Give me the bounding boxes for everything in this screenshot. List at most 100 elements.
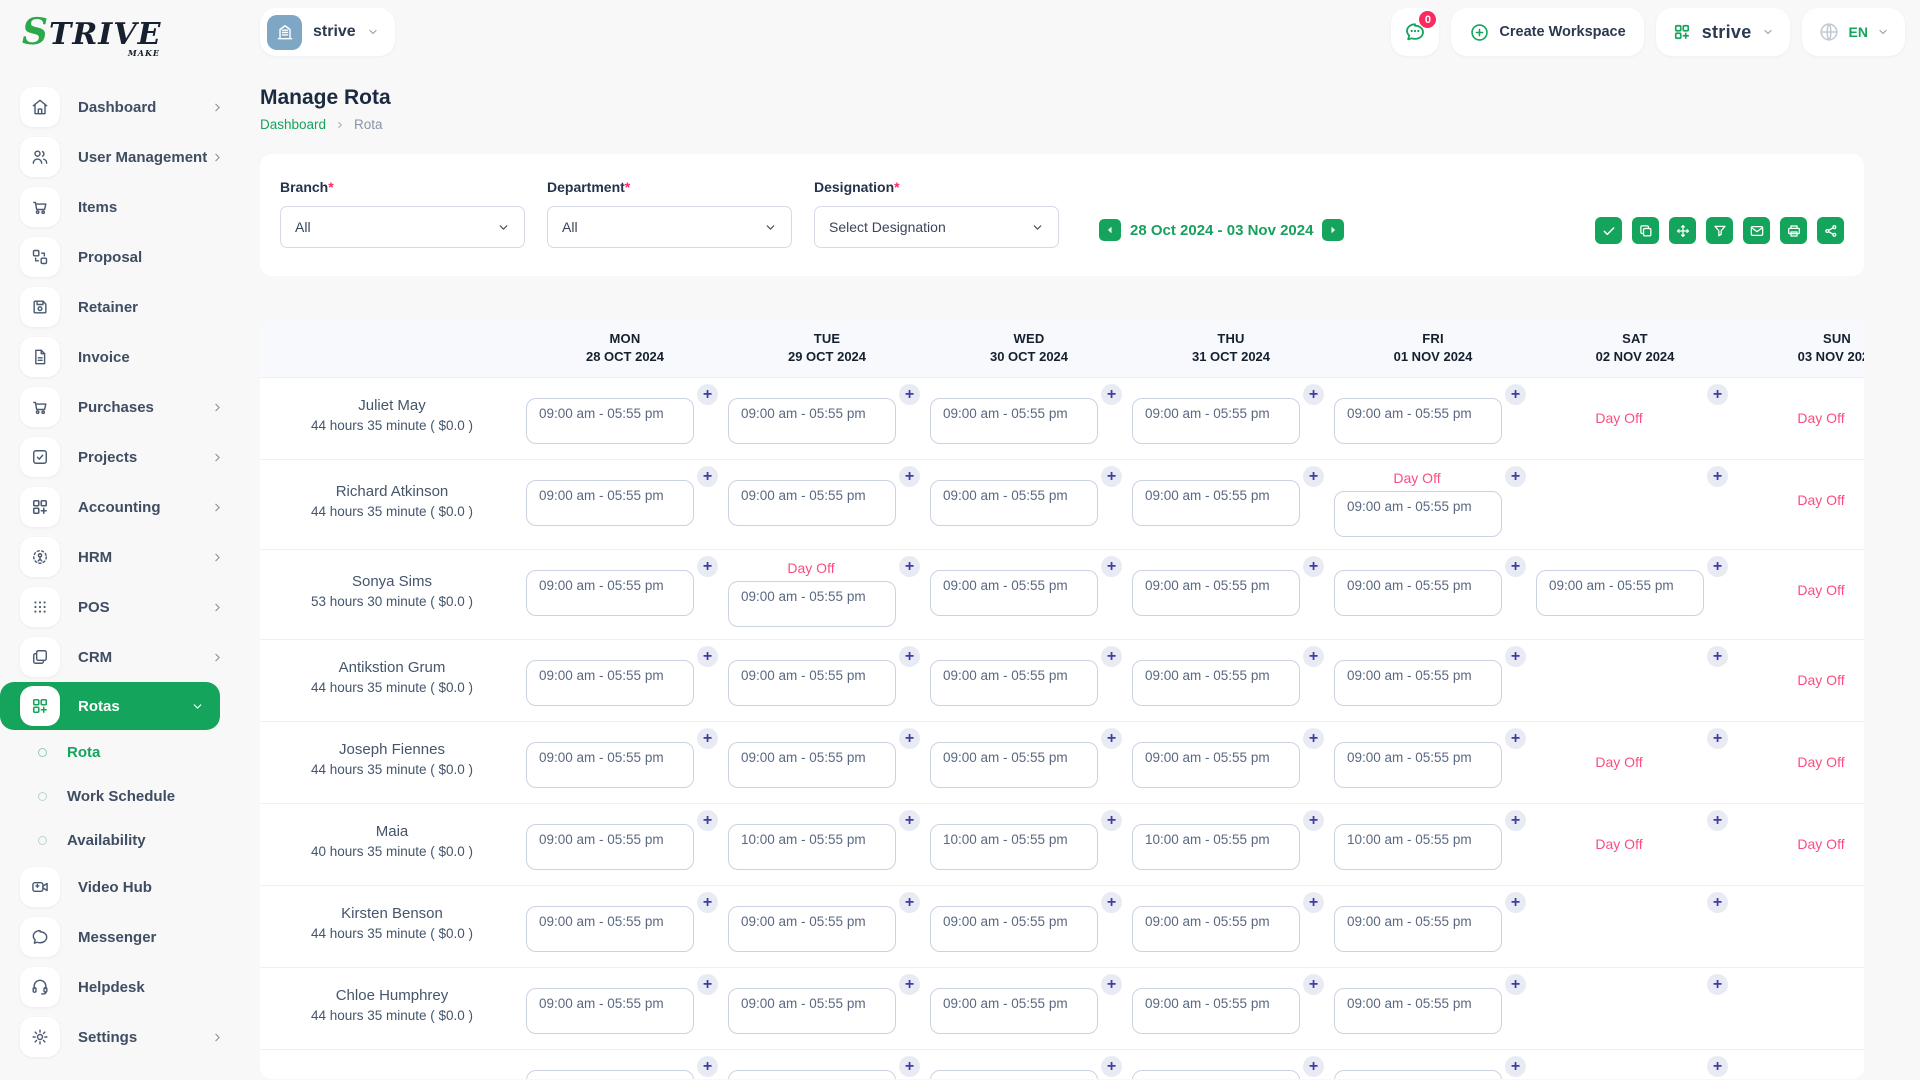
department-select[interactable]: All	[547, 206, 792, 248]
add-shift-button[interactable]: +	[1303, 556, 1324, 577]
sidebar-item-hrm[interactable]: HRM	[0, 532, 250, 582]
sidebar-item-messenger[interactable]: Messenger	[0, 912, 250, 962]
add-shift-button[interactable]: +	[899, 728, 920, 749]
shift-chip[interactable]: 09:00 am - 05:55 pm	[1334, 660, 1502, 706]
add-shift-button[interactable]: +	[1101, 810, 1122, 831]
mail-rota-button[interactable]	[1743, 217, 1770, 244]
add-shift-button[interactable]: +	[697, 974, 718, 995]
sidebar-item-retainer[interactable]: Retainer	[0, 282, 250, 332]
add-shift-button[interactable]: +	[697, 384, 718, 405]
add-shift-button[interactable]: +	[1505, 384, 1526, 405]
add-shift-button[interactable]: +	[1707, 646, 1728, 667]
shift-chip[interactable]: 09:00 am - 05:55 pm	[1334, 398, 1502, 444]
shift-chip[interactable]: 09:00 am - 05:55 pm	[930, 480, 1098, 526]
shift-chip[interactable]: 09:00 am - 05:55 pm	[930, 988, 1098, 1034]
shift-chip[interactable]: 09:00 am - 05:55 pm	[930, 660, 1098, 706]
shift-chip[interactable]: 09:00 am - 05:55 pm	[526, 906, 694, 952]
add-shift-button[interactable]: +	[1101, 466, 1122, 487]
sidebar-item-crm[interactable]: CRM	[0, 632, 250, 682]
add-shift-button[interactable]: +	[1505, 646, 1526, 667]
add-shift-button[interactable]: +	[1101, 974, 1122, 995]
sidebar-item-pos[interactable]: POS	[0, 582, 250, 632]
language-selector[interactable]: EN	[1802, 8, 1905, 56]
sidebar-subitem-rota[interactable]: Rota	[0, 730, 250, 774]
shift-chip[interactable]: 09:00 am - 05:55 pm	[1334, 491, 1502, 537]
shift-chip[interactable]: 09:00 am - 05:55 pm	[1334, 988, 1502, 1034]
sidebar-item-proposal[interactable]: Proposal	[0, 232, 250, 282]
shift-chip[interactable]: 09:00 am - 05:55 pm	[526, 480, 694, 526]
shift-chip[interactable]: 09:00 am - 05:55 pm	[728, 581, 896, 627]
shift-chip[interactable]: 09:00 am - 05:55 pm	[1334, 570, 1502, 616]
add-shift-button[interactable]: +	[1707, 810, 1728, 831]
shift-chip[interactable]	[930, 1070, 1098, 1079]
sidebar-subitem-work-schedule[interactable]: Work Schedule	[0, 774, 250, 818]
add-shift-button[interactable]: +	[1303, 646, 1324, 667]
account-menu[interactable]: strive	[1656, 8, 1790, 56]
sidebar-item-invoice[interactable]: Invoice	[0, 332, 250, 382]
shift-chip[interactable]: 09:00 am - 05:55 pm	[1132, 660, 1300, 706]
sidebar-item-purchases[interactable]: Purchases	[0, 382, 250, 432]
add-shift-button[interactable]: +	[899, 892, 920, 913]
sidebar-item-rotas[interactable]: Rotas	[0, 682, 220, 730]
add-shift-button[interactable]: +	[1505, 466, 1526, 487]
shift-chip[interactable]: 09:00 am - 05:55 pm	[526, 660, 694, 706]
filter-button[interactable]	[1706, 217, 1733, 244]
sidebar-subitem-availability[interactable]: Availability	[0, 818, 250, 862]
shift-chip[interactable]: 09:00 am - 05:55 pm	[728, 398, 896, 444]
add-shift-button[interactable]: +	[899, 646, 920, 667]
add-shift-button[interactable]: +	[1303, 466, 1324, 487]
sidebar-item-items[interactable]: Items	[0, 182, 250, 232]
shift-chip[interactable]: 09:00 am - 05:55 pm	[1132, 480, 1300, 526]
shift-chip[interactable]: 09:00 am - 05:55 pm	[1132, 398, 1300, 444]
shift-chip[interactable]: 09:00 am - 05:55 pm	[526, 570, 694, 616]
shift-chip[interactable]	[1132, 1070, 1300, 1079]
sidebar-item-helpdesk[interactable]: Helpdesk	[0, 962, 250, 1012]
add-shift-button[interactable]: +	[697, 1056, 718, 1077]
next-week-button[interactable]	[1322, 219, 1344, 241]
shift-chip[interactable]: 09:00 am - 05:55 pm	[930, 906, 1098, 952]
add-shift-button[interactable]: +	[899, 556, 920, 577]
shift-chip[interactable]: 10:00 am - 05:55 pm	[1132, 824, 1300, 870]
shift-chip[interactable]: 09:00 am - 05:55 pm	[1132, 906, 1300, 952]
add-shift-button[interactable]: +	[899, 1056, 920, 1077]
add-shift-button[interactable]: +	[1707, 974, 1728, 995]
add-shift-button[interactable]: +	[1303, 728, 1324, 749]
add-shift-button[interactable]: +	[899, 466, 920, 487]
sidebar-item-dashboard[interactable]: Dashboard	[0, 82, 250, 132]
add-shift-button[interactable]: +	[899, 384, 920, 405]
confirm-button[interactable]	[1595, 217, 1622, 244]
add-shift-button[interactable]: +	[1101, 646, 1122, 667]
add-shift-button[interactable]: +	[1505, 974, 1526, 995]
add-shift-button[interactable]: +	[1303, 974, 1324, 995]
sidebar-item-accounting[interactable]: Accounting	[0, 482, 250, 532]
add-shift-button[interactable]: +	[1505, 1056, 1526, 1077]
shift-chip[interactable]: 09:00 am - 05:55 pm	[526, 988, 694, 1034]
shift-chip[interactable]: 09:00 am - 05:55 pm	[526, 398, 694, 444]
add-shift-button[interactable]: +	[1101, 1056, 1122, 1077]
shift-chip[interactable]: 09:00 am - 05:55 pm	[1132, 988, 1300, 1034]
add-shift-button[interactable]: +	[1707, 384, 1728, 405]
add-shift-button[interactable]: +	[697, 892, 718, 913]
share-rota-button[interactable]	[1817, 217, 1844, 244]
shift-chip[interactable]: 09:00 am - 05:55 pm	[930, 742, 1098, 788]
add-shift-button[interactable]: +	[1505, 556, 1526, 577]
add-shift-button[interactable]: +	[1101, 892, 1122, 913]
shift-chip[interactable]: 09:00 am - 05:55 pm	[526, 742, 694, 788]
shift-chip[interactable]: 09:00 am - 05:55 pm	[1536, 570, 1704, 616]
add-shift-button[interactable]: +	[1101, 384, 1122, 405]
shift-chip[interactable]: 09:00 am - 05:55 pm	[930, 398, 1098, 444]
add-shift-button[interactable]: +	[697, 810, 718, 831]
add-shift-button[interactable]: +	[1505, 728, 1526, 749]
workspace-selector[interactable]: strive	[260, 8, 395, 56]
print-rota-button[interactable]	[1780, 217, 1807, 244]
add-shift-button[interactable]: +	[1707, 728, 1728, 749]
shift-chip[interactable]	[1334, 1070, 1502, 1079]
add-shift-button[interactable]: +	[899, 974, 920, 995]
shift-chip[interactable]	[526, 1070, 694, 1079]
add-shift-button[interactable]: +	[697, 556, 718, 577]
shift-chip[interactable]: 09:00 am - 05:55 pm	[1132, 742, 1300, 788]
shift-chip[interactable]: 10:00 am - 05:55 pm	[1334, 824, 1502, 870]
breadcrumb-dashboard-link[interactable]: Dashboard	[260, 117, 326, 132]
shift-chip[interactable]: 09:00 am - 05:55 pm	[728, 480, 896, 526]
add-shift-button[interactable]: +	[1707, 466, 1728, 487]
